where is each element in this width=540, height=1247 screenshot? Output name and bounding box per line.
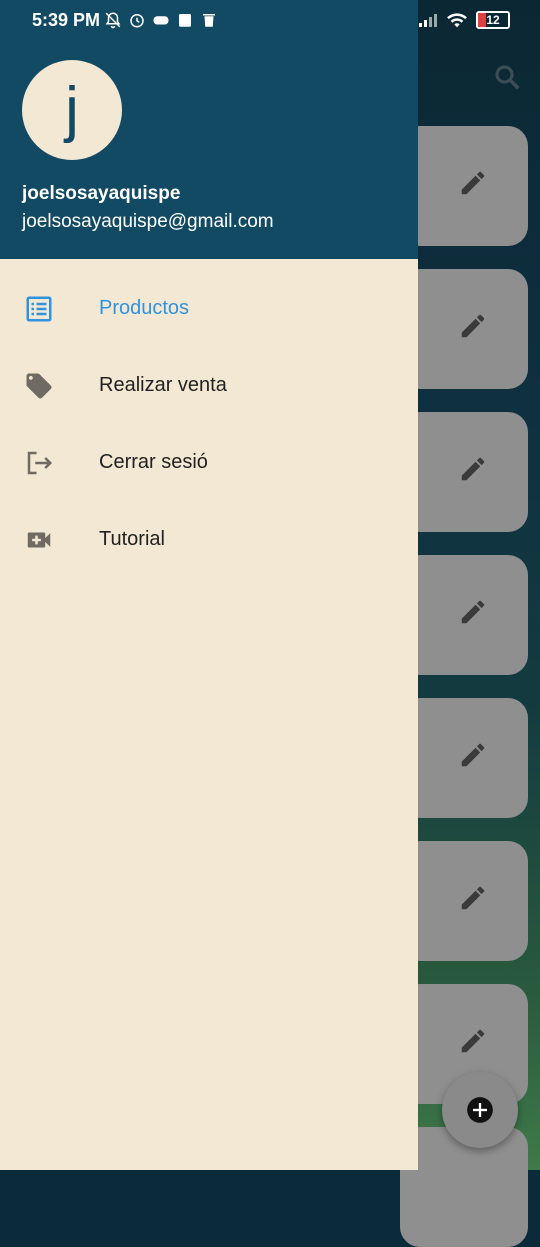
list-icon [26, 296, 52, 322]
add-circle-icon [467, 1097, 493, 1123]
drawer-item-label: Realizar venta [99, 374, 227, 396]
avatar-letter: j [65, 75, 79, 144]
drawer-item-label: Productos [99, 297, 190, 319]
system-icons: 12 [418, 11, 510, 29]
drawer-item-label: Tutorial [99, 528, 165, 550]
drawer-menu: Productos Realizar venta Cerrar sesió Tu… [0, 272, 418, 580]
game-icon [153, 16, 169, 25]
tag-icon [26, 373, 52, 399]
drawer-item-cerrar-sesion[interactable]: Cerrar sesió [0, 426, 418, 503]
drawer-item-productos[interactable]: Productos [0, 272, 418, 349]
wifi-icon [447, 13, 467, 28]
search-icon[interactable] [492, 62, 522, 92]
product-card[interactable] [400, 269, 528, 389]
drawer-item-tutorial[interactable]: Tutorial [0, 503, 418, 580]
battery-level: 12 [486, 13, 500, 27]
signal-icon [419, 14, 437, 27]
logout-icon [27, 451, 53, 475]
drawer-item-realizar-venta[interactable]: Realizar venta [0, 349, 418, 426]
edit-icon[interactable] [458, 168, 488, 198]
avatar: j [22, 60, 122, 160]
edit-icon[interactable] [458, 1026, 488, 1056]
edit-icon[interactable] [458, 597, 488, 627]
edit-icon[interactable] [458, 311, 488, 341]
video-add-icon [27, 532, 51, 548]
alarm-icon [130, 14, 144, 28]
status-time: 5:39 PM [32, 10, 101, 30]
drawer-item-label: Cerrar sesió [99, 451, 208, 473]
product-card[interactable] [400, 412, 528, 532]
product-card[interactable] [400, 698, 528, 818]
product-card[interactable] [400, 1127, 528, 1247]
product-card[interactable] [400, 841, 528, 961]
user-email: joelsosayaquispe@gmail.com [22, 211, 274, 232]
status-bar: 5:39 PM 12 [0, 0, 540, 40]
edit-icon[interactable] [458, 740, 488, 770]
product-card[interactable] [400, 126, 528, 246]
edit-icon[interactable] [458, 883, 488, 913]
trash-icon [203, 14, 215, 27]
edit-icon[interactable] [458, 454, 488, 484]
user-name: joelsosayaquispe [22, 183, 181, 204]
notification-icons [104, 11, 218, 29]
product-card[interactable] [400, 555, 528, 675]
app-icon [179, 14, 191, 27]
battery-icon: 12 [476, 11, 510, 29]
navigation-drawer: j joelsosayaquispe joelsosayaquispe@gmai… [0, 0, 418, 1170]
bell-off-icon [105, 12, 121, 29]
add-product-button[interactable] [442, 1072, 518, 1148]
